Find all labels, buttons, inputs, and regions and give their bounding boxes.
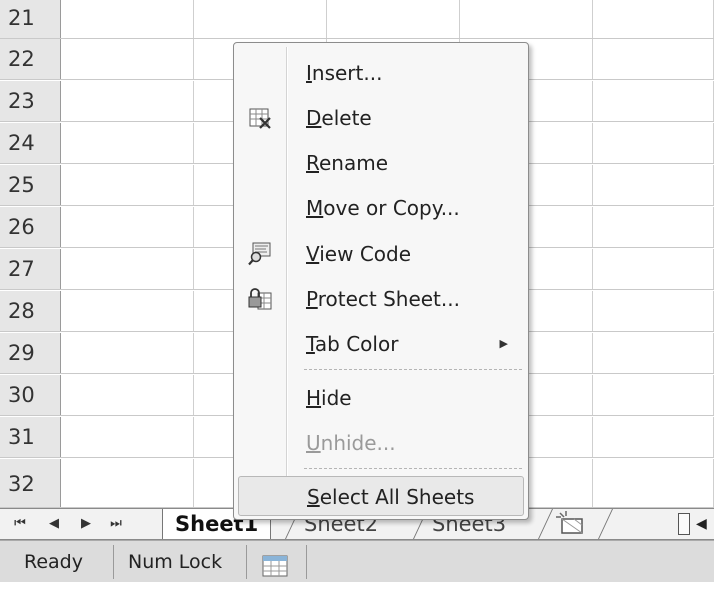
cell[interactable]	[61, 333, 194, 373]
cell[interactable]	[327, 0, 460, 38]
status-divider	[306, 545, 307, 579]
cell[interactable]	[61, 291, 194, 331]
menu-item-label: Insert...	[306, 61, 383, 85]
menu-item-insert[interactable]: Insert...	[236, 53, 526, 93]
menu-item-move-or-copy[interactable]: Move or Copy...	[236, 188, 526, 228]
menu-item-tab-color[interactable]: Tab Color ▶	[236, 324, 526, 364]
cell[interactable]	[61, 375, 194, 415]
menu-item-label: View Code	[306, 242, 412, 266]
menu-item-label: Move or Copy...	[306, 196, 460, 220]
row-header[interactable]: 32	[0, 459, 61, 507]
status-divider	[246, 545, 247, 579]
cell[interactable]	[593, 207, 714, 247]
insert-worksheet-icon[interactable]	[552, 511, 592, 537]
cell[interactable]	[61, 207, 194, 247]
cell[interactable]	[593, 123, 714, 163]
cell[interactable]	[61, 123, 194, 163]
protect-sheet-icon	[248, 287, 272, 311]
tab-divider	[598, 509, 613, 539]
menu-item-view-code[interactable]: View Code	[236, 234, 526, 274]
menu-item-protect-sheet[interactable]: Protect Sheet...	[236, 279, 526, 319]
cell[interactable]	[194, 0, 327, 38]
cell[interactable]	[61, 81, 194, 121]
menu-item-rename[interactable]: Rename	[236, 143, 526, 183]
menu-item-label: Protect Sheet...	[306, 287, 460, 311]
row-header[interactable]: 23	[0, 81, 61, 121]
horizontal-scroll-split-box[interactable]	[678, 513, 690, 535]
menu-item-label: Select All Sheets	[307, 485, 475, 509]
menu-separator	[304, 369, 522, 370]
cell[interactable]	[460, 0, 593, 38]
cell[interactable]	[593, 291, 714, 331]
cell[interactable]	[593, 39, 714, 79]
menu-item-hide[interactable]: Hide	[236, 378, 526, 418]
menu-item-unhide: Unhide...	[236, 423, 526, 463]
view-code-icon	[248, 242, 272, 266]
cell[interactable]	[61, 39, 194, 79]
row-header[interactable]: 27	[0, 249, 61, 289]
row-header[interactable]: 24	[0, 123, 61, 163]
cell[interactable]	[593, 459, 714, 507]
cell[interactable]	[61, 165, 194, 205]
menu-item-label: Hide	[306, 386, 352, 410]
row-header[interactable]: 22	[0, 39, 61, 79]
cell[interactable]	[593, 0, 714, 38]
cell[interactable]	[61, 0, 194, 38]
cell[interactable]	[61, 417, 194, 457]
scroll-left-icon[interactable]: ◀	[696, 513, 707, 535]
grid-row: 21	[0, 0, 714, 39]
submenu-arrow-icon: ▶	[499, 337, 508, 350]
row-header[interactable]: 30	[0, 375, 61, 415]
status-bar: Ready Num Lock	[0, 540, 714, 582]
row-header[interactable]: 21	[0, 0, 61, 38]
menu-item-label: Unhide...	[306, 431, 396, 455]
menu-item-select-all-sheets[interactable]: Select All Sheets	[238, 476, 524, 516]
row-header[interactable]: 28	[0, 291, 61, 331]
cell[interactable]	[593, 417, 714, 457]
last-sheet-icon[interactable]: ⏭	[106, 513, 126, 535]
menu-item-label: Tab Color	[306, 332, 399, 356]
menu-separator	[304, 468, 522, 469]
menu-item-delete[interactable]: Delete	[236, 98, 526, 138]
status-ready: Ready	[24, 551, 83, 573]
first-sheet-icon[interactable]: ⏮	[10, 513, 30, 535]
sheet-tab-context-menu: Insert... Delete Rename Move or Copy... …	[233, 42, 529, 520]
row-header[interactable]: 26	[0, 207, 61, 247]
tab-divider	[538, 509, 553, 539]
status-num-lock: Num Lock	[128, 551, 223, 573]
previous-sheet-icon[interactable]: ◀	[44, 513, 64, 535]
menu-item-label: Rename	[306, 151, 389, 175]
cell[interactable]	[593, 165, 714, 205]
cell[interactable]	[593, 81, 714, 121]
next-sheet-icon[interactable]: ▶	[76, 513, 96, 535]
status-divider	[113, 545, 114, 579]
delete-sheet-icon	[248, 106, 272, 130]
cell[interactable]	[593, 249, 714, 289]
cell[interactable]	[61, 459, 194, 507]
cell[interactable]	[61, 249, 194, 289]
row-header[interactable]: 25	[0, 165, 61, 205]
row-header[interactable]: 29	[0, 333, 61, 373]
row-header[interactable]: 31	[0, 417, 61, 457]
macro-record-icon[interactable]	[262, 550, 288, 577]
cell[interactable]	[593, 333, 714, 373]
cell[interactable]	[593, 375, 714, 415]
menu-item-label: Delete	[306, 106, 372, 130]
